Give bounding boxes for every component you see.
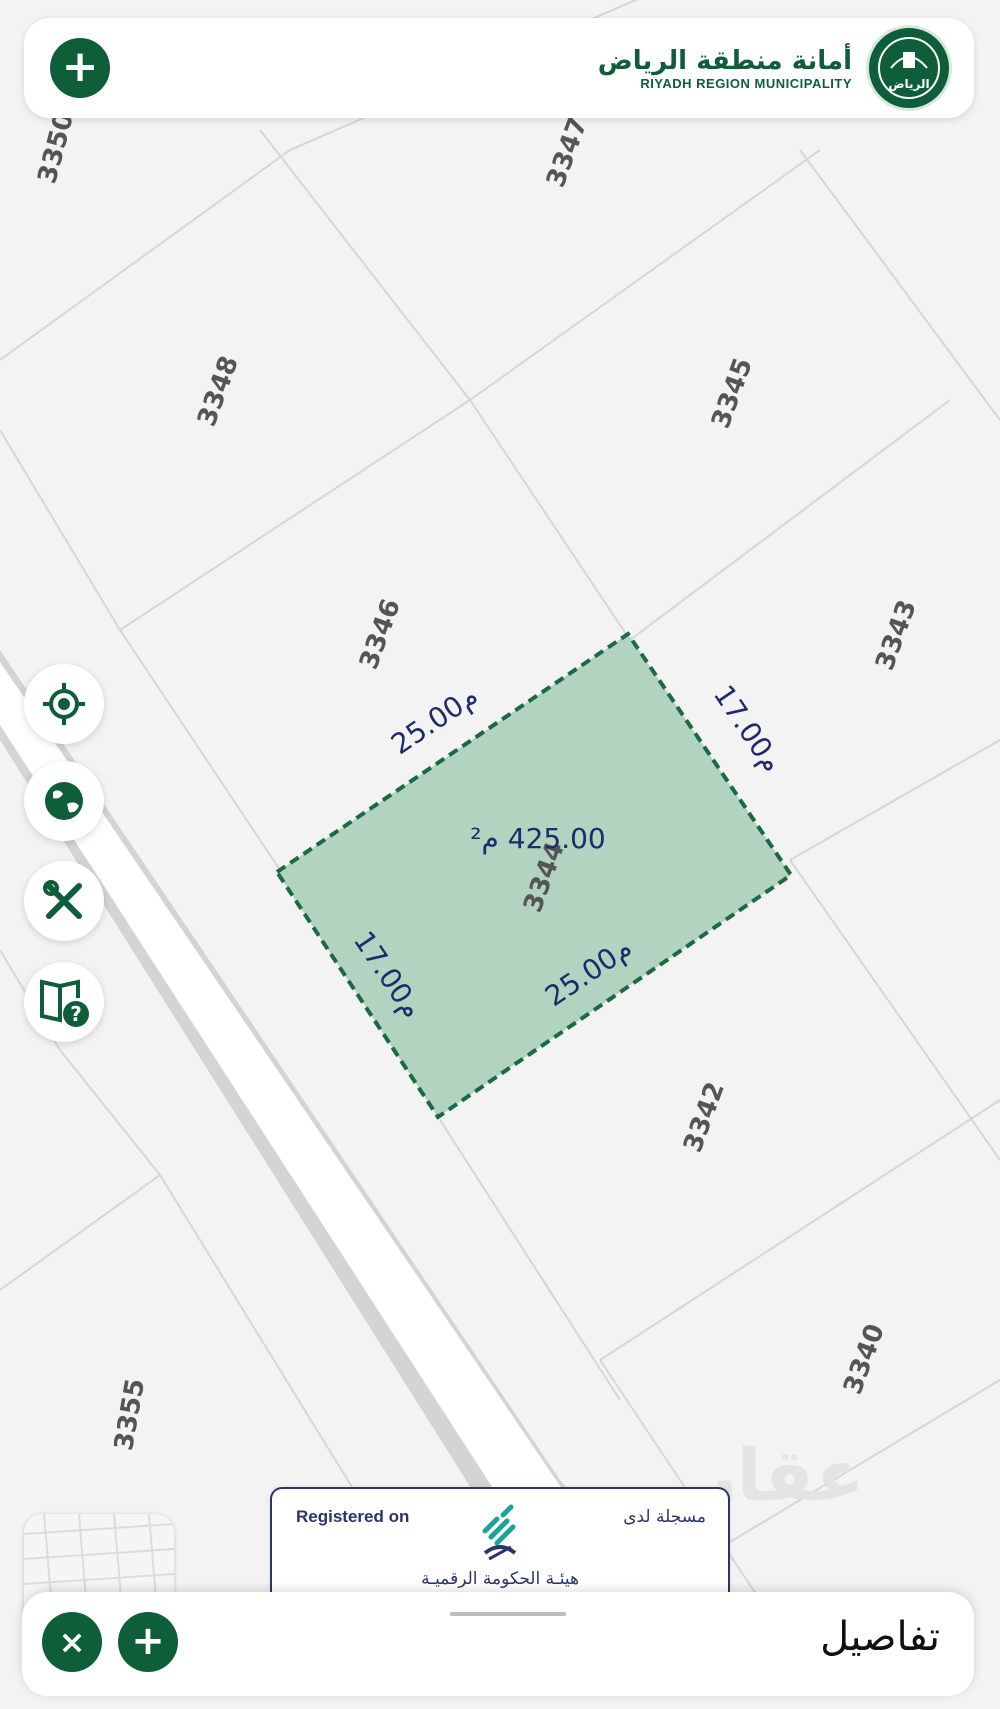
map-canvas[interactable]: 3350 3347 3348 3345 3346 3343 3342 3340 …	[0, 0, 1000, 1709]
municipality-logo: أمانة منطقة الرياض RIYADH REGION MUNICIP…	[597, 25, 952, 111]
basemap-button[interactable]	[24, 761, 104, 841]
close-button[interactable]: ×	[42, 1612, 102, 1672]
svg-text:?: ?	[70, 1002, 82, 1026]
add-details-button[interactable]: +	[118, 1612, 178, 1672]
logo-english-text: RIYADH REGION MUNICIPALITY	[640, 75, 852, 91]
top-bar: + أمانة منطقة الرياض RIYADH REGION MUNIC…	[24, 18, 974, 118]
registered-en-label: Registered on	[296, 1507, 410, 1526]
tools-icon	[43, 880, 82, 919]
authority-name: هيئـة الحكومة الرقميـة	[421, 1569, 579, 1589]
help-book-icon: ?	[40, 979, 89, 1027]
registered-ar-label: مسجلة لدى	[623, 1507, 706, 1527]
help-button[interactable]: ?	[24, 962, 104, 1042]
dga-logo-icon	[482, 1504, 517, 1561]
logo-arabic-text: أمانة منطقة الرياض	[597, 45, 852, 76]
add-button[interactable]: +	[50, 38, 110, 98]
seal-text: الرياض	[888, 77, 929, 91]
locate-button[interactable]	[24, 664, 104, 744]
locate-icon	[43, 683, 85, 725]
registered-on-banner[interactable]: Registered on مسجلة لدى هيئـة الحكومة ال…	[270, 1487, 730, 1601]
sheet-handle[interactable]	[450, 1612, 566, 1616]
globe-icon	[45, 782, 83, 820]
details-sheet[interactable]: × + تفاصيل	[22, 1592, 974, 1696]
tools-button[interactable]	[24, 861, 104, 941]
riyadh-seal-icon: الرياض	[866, 25, 952, 111]
sheet-title: تفاصيل	[820, 1614, 940, 1660]
parcel-area-label: 425.00 م²	[470, 822, 605, 855]
